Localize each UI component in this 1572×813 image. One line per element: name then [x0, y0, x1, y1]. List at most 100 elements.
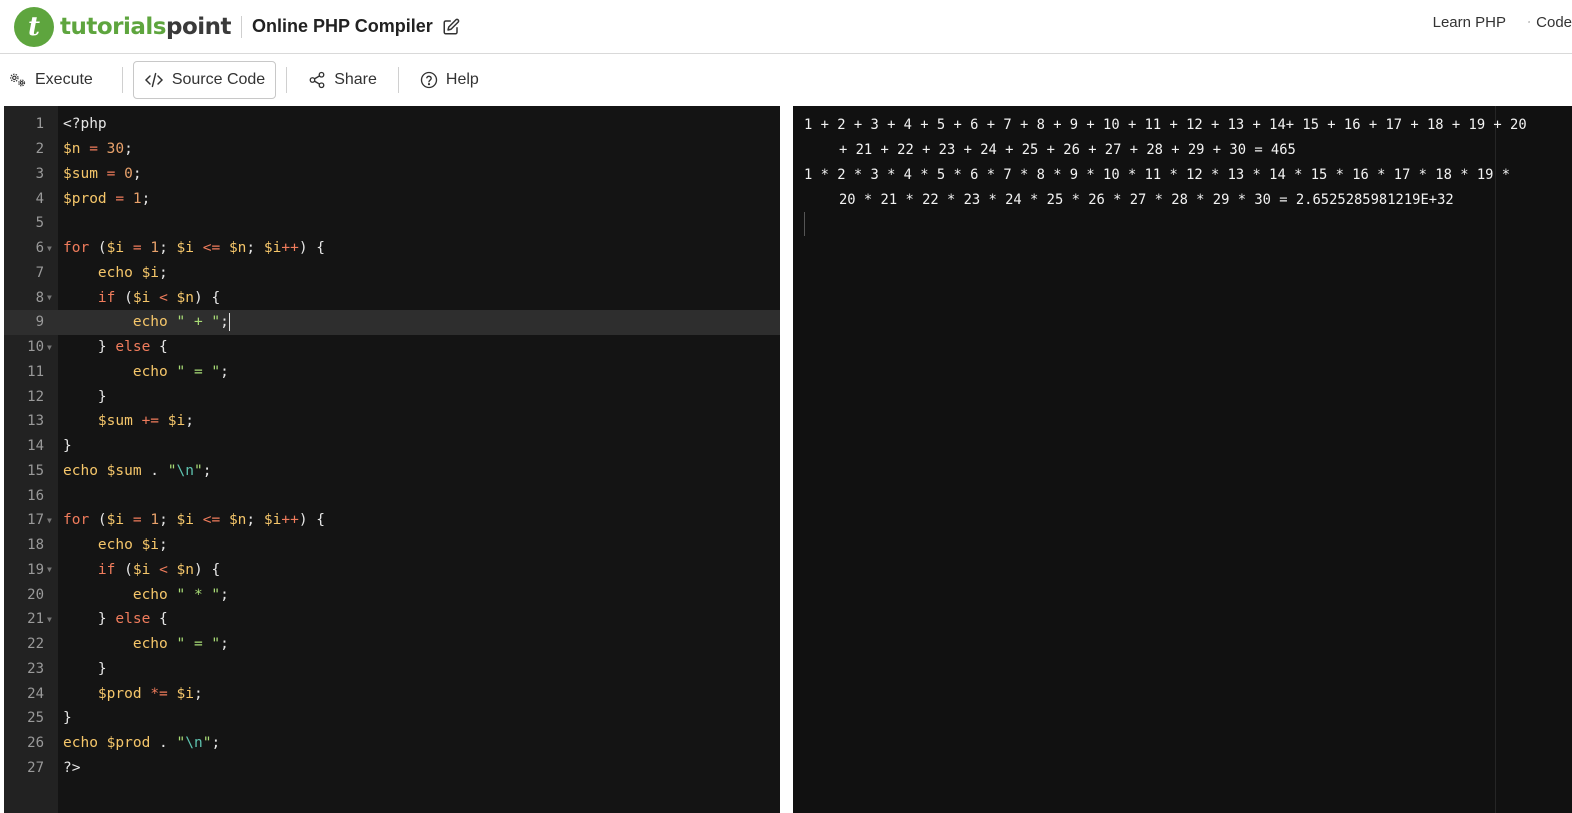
- pane-resize-handle[interactable]: [780, 106, 793, 813]
- line-number: 3: [35, 165, 44, 182]
- execute-button[interactable]: Execute: [0, 61, 104, 99]
- line-number: 6: [35, 240, 44, 257]
- line-number: 1: [35, 116, 44, 133]
- line-number: 15: [27, 462, 44, 479]
- line-number: 9: [35, 314, 44, 331]
- settings-label: Code: [1536, 13, 1572, 31]
- code-editor[interactable]: 1 <?php 2 $n = 30; 3 $sum = 0; 4 $prod = 1; …: [4, 106, 780, 813]
- line-number: 16: [27, 487, 44, 504]
- code-line[interactable]: 14}: [4, 434, 780, 459]
- help-label: Help: [445, 71, 479, 88]
- logo-mark-icon: t: [14, 6, 54, 47]
- code-line[interactable]: 27 ?>: [4, 756, 780, 781]
- code-line[interactable]: 13 $sum += $i;: [4, 409, 780, 434]
- code-line[interactable]: 4 $prod = 1;: [4, 186, 780, 211]
- code-line[interactable]: 12 }: [4, 384, 780, 409]
- code-lines: 1 <?php 2 $n = 30; 3 $sum = 0; 4 $prod = 1; …: [4, 112, 780, 780]
- code-line[interactable]: 8 ▼ if ($i < $n) {: [4, 285, 780, 310]
- header-right-nav: Learn PHP Code: [1433, 0, 1572, 44]
- logo-text-point: point: [166, 13, 232, 40]
- line-number: 24: [27, 685, 44, 702]
- code-line[interactable]: 23 }: [4, 657, 780, 682]
- code-line[interactable]: 25}: [4, 706, 780, 731]
- code-line-active[interactable]: 9 echo " + ";: [4, 310, 780, 335]
- text-cursor: [228, 313, 231, 332]
- output-line: 1 * 2 * 3 * 4 * 5 * 6 * 7 * 8 * 9 * 10 *…: [804, 167, 1511, 183]
- line-number: 22: [27, 636, 44, 653]
- line-number: 17: [27, 512, 44, 529]
- code-line[interactable]: 11 echo " = ";: [4, 360, 780, 385]
- code-line[interactable]: 1 <?php: [4, 112, 780, 137]
- code-line[interactable]: 3 $sum = 0;: [4, 162, 780, 187]
- line-number: 18: [27, 537, 44, 554]
- help-icon: [420, 71, 438, 89]
- code-icon: [144, 72, 163, 88]
- line-number: 25: [27, 710, 44, 727]
- logo-wordmark: tutorialspoint: [60, 13, 232, 40]
- line-number: 23: [27, 660, 44, 677]
- line-number: 19: [27, 561, 44, 578]
- source-code-label: Source Code: [171, 71, 266, 88]
- code-line[interactable]: 10 ▼ } else {: [4, 335, 780, 360]
- code-line[interactable]: 19 ▼ if ($i < $n) {: [4, 558, 780, 583]
- code-line[interactable]: 26 echo $prod . "\n";: [4, 731, 780, 756]
- line-number: 26: [27, 735, 44, 752]
- settings-menu[interactable]: Code: [1528, 13, 1572, 31]
- learn-php-link[interactable]: Learn PHP: [1433, 14, 1506, 31]
- logo-text-tutorials: tutorials: [60, 13, 167, 40]
- toolbar-divider: [286, 67, 288, 93]
- line-number: 20: [27, 586, 44, 603]
- fold-arrow-icon[interactable]: ▼: [44, 244, 58, 253]
- toolbar: Execute Source Code Share Help: [0, 55, 1572, 105]
- code-line[interactable]: 16: [4, 483, 780, 508]
- code-line[interactable]: 2 $n = 30;: [4, 137, 780, 162]
- source-code-button[interactable]: Source Code: [132, 61, 277, 99]
- fold-arrow-icon[interactable]: ▼: [44, 343, 58, 352]
- share-label: Share: [334, 71, 377, 88]
- fold-arrow-icon[interactable]: ▼: [44, 565, 58, 574]
- gears-icon: [10, 73, 26, 87]
- line-number: 4: [35, 190, 44, 207]
- line-number: 10: [27, 339, 44, 356]
- code-line[interactable]: 18 echo $i;: [4, 533, 780, 558]
- line-number: 21: [27, 611, 44, 628]
- code-line[interactable]: 24 $prod *= $i;: [4, 681, 780, 706]
- line-number: 2: [35, 141, 44, 158]
- line-number: 5: [35, 215, 44, 232]
- line-number: 11: [27, 363, 44, 380]
- fold-arrow-icon[interactable]: ▼: [44, 293, 58, 302]
- execute-label: Execute: [35, 71, 93, 88]
- toolbar-divider: [397, 67, 399, 93]
- code-line[interactable]: 6 ▼ for ($i = 1; $i <= $n; $i++) {: [4, 236, 780, 261]
- code-line[interactable]: 15 echo $sum . "\n";: [4, 459, 780, 484]
- code-line[interactable]: 22 echo " = ";: [4, 632, 780, 657]
- fold-arrow-icon[interactable]: ▼: [44, 516, 58, 525]
- gear-icon: [1528, 20, 1530, 24]
- output-terminal[interactable]: 1 + 2 + 3 + 4 + 5 + 6 + 7 + 8 + 9 + 10 +…: [793, 106, 1572, 813]
- output-cursor: [804, 212, 805, 236]
- code-line[interactable]: 20 echo " * ";: [4, 582, 780, 607]
- line-number: 12: [27, 388, 44, 405]
- code-line[interactable]: 7 echo $i;: [4, 261, 780, 286]
- code-line[interactable]: 21 ▼ } else {: [4, 607, 780, 632]
- code-line[interactable]: 17 ▼ for ($i = 1; $i <= $n; $i++) {: [4, 508, 780, 533]
- line-number: 14: [27, 438, 44, 455]
- toolbar-divider: [121, 67, 123, 93]
- help-button[interactable]: Help: [409, 61, 490, 99]
- edit-title-icon[interactable]: [442, 18, 460, 36]
- line-number: 27: [27, 759, 44, 776]
- site-logo[interactable]: t tutorialspoint: [14, 6, 232, 47]
- top-header: t tutorialspoint Online PHP Compiler Lea…: [0, 0, 1572, 54]
- line-number: 8: [35, 289, 44, 306]
- output-text: 1 + 2 + 3 + 4 + 5 + 6 + 7 + 8 + 9 + 10 +…: [804, 113, 1564, 213]
- fold-arrow-icon[interactable]: ▼: [44, 615, 58, 624]
- page-title: Online PHP Compiler: [252, 16, 433, 36]
- share-button[interactable]: Share: [297, 61, 388, 99]
- code-line[interactable]: 5: [4, 211, 780, 236]
- output-line: 1 + 2 + 3 + 4 + 5 + 6 + 7 + 8 + 9 + 10 +…: [804, 117, 1527, 133]
- output-line: + 21 + 22 + 23 + 24 + 25 + 26 + 27 + 28 …: [839, 142, 1296, 158]
- header-divider: [241, 15, 243, 38]
- line-number: 13: [27, 413, 44, 430]
- line-number: 7: [35, 264, 44, 281]
- output-line: 20 * 21 * 22 * 23 * 24 * 25 * 26 * 27 * …: [839, 192, 1454, 208]
